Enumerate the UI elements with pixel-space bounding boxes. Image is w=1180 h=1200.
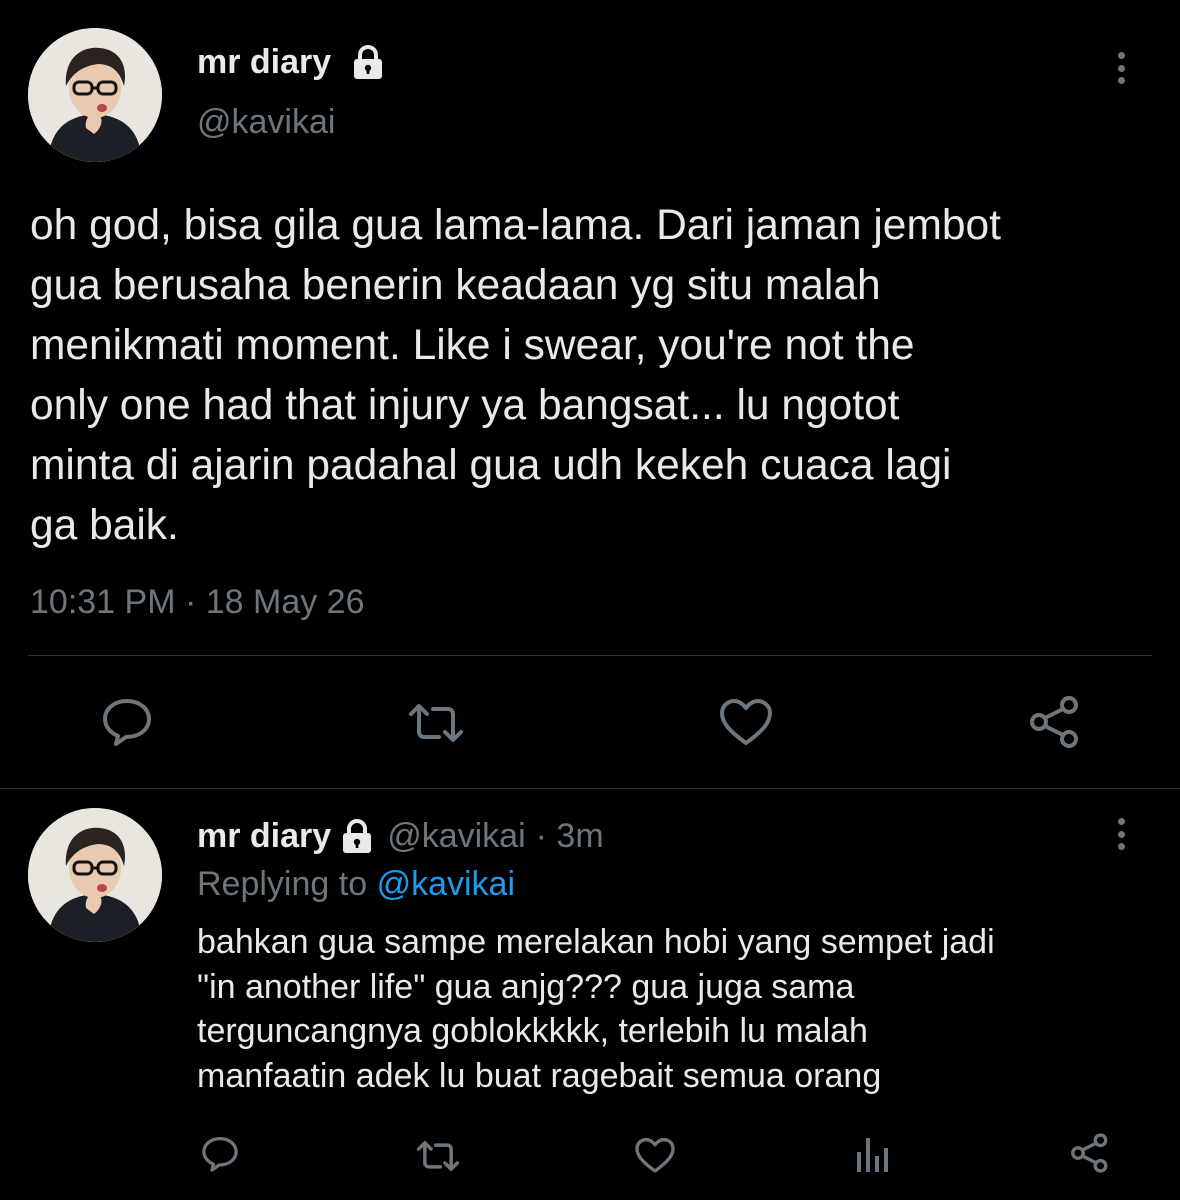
tweet-time-ago[interactable]: · 3m [536, 817, 604, 856]
tweet-text-line: gua berusaha benerin keadaan yg situ mal… [30, 262, 881, 309]
tweet-text-line: only one had that injury ya bangsat... l… [30, 382, 900, 429]
tweet-text-line: bahkan gua sampe merelakan hobi yang sem… [197, 923, 995, 961]
like-icon[interactable] [634, 1137, 676, 1175]
share-icon[interactable] [1068, 1132, 1112, 1174]
analytics-icon[interactable] [854, 1134, 890, 1174]
tweet-text-line: "in another life" gua anjg??? gua juga s… [197, 967, 855, 1006]
like-icon[interactable] [718, 698, 774, 748]
reply-header: mr diary @kavikai · 3m [197, 814, 604, 858]
tweet-text-line: terguncangnya goblokkkkk, terlebih lu ma… [197, 1012, 868, 1050]
tweet-text: bahkan gua sampe merelakan hobi yang sem… [197, 920, 1157, 1098]
retweet-icon[interactable] [405, 700, 467, 746]
reply-icon[interactable] [200, 1135, 240, 1173]
author-handle[interactable]: @kavikai [197, 100, 335, 144]
share-icon[interactable] [1026, 694, 1084, 750]
lock-icon [350, 44, 386, 80]
divider [0, 788, 1180, 789]
tweet-text-line: manfaatin adek lu buat ragebait semua or… [197, 1056, 882, 1095]
replying-to-label: Replying to [197, 865, 368, 903]
tweet-text-line: oh god, bisa gila gua lama-lama. Dari ja… [30, 202, 1001, 249]
author-name[interactable]: mr diary [197, 40, 331, 84]
lock-icon [339, 818, 375, 854]
tweet-text-line: ga baik. [30, 502, 179, 549]
retweet-icon[interactable] [414, 1138, 462, 1174]
author-name[interactable]: mr diary [197, 817, 331, 856]
tweet-text: oh god, bisa gila gua lama-lama. Dari ja… [30, 196, 1170, 556]
more-options-icon[interactable] [1116, 52, 1126, 84]
replying-to: Replying to @kavikai [197, 862, 515, 906]
divider [28, 655, 1152, 656]
tweet-text-line: menikmati moment. Like i swear, you're n… [30, 322, 915, 369]
replying-to-link[interactable]: @kavikai [377, 865, 515, 903]
avatar[interactable] [28, 28, 162, 162]
reply-icon[interactable] [100, 696, 154, 748]
author-handle[interactable]: @kavikai [387, 817, 525, 856]
tweet-text-line: minta di ajarin padahal gua udh kekeh cu… [30, 442, 952, 489]
more-options-icon[interactable] [1116, 818, 1126, 850]
avatar[interactable] [28, 808, 162, 942]
tweet-timestamp[interactable]: 10:31 PM · 18 May 26 [30, 580, 365, 624]
